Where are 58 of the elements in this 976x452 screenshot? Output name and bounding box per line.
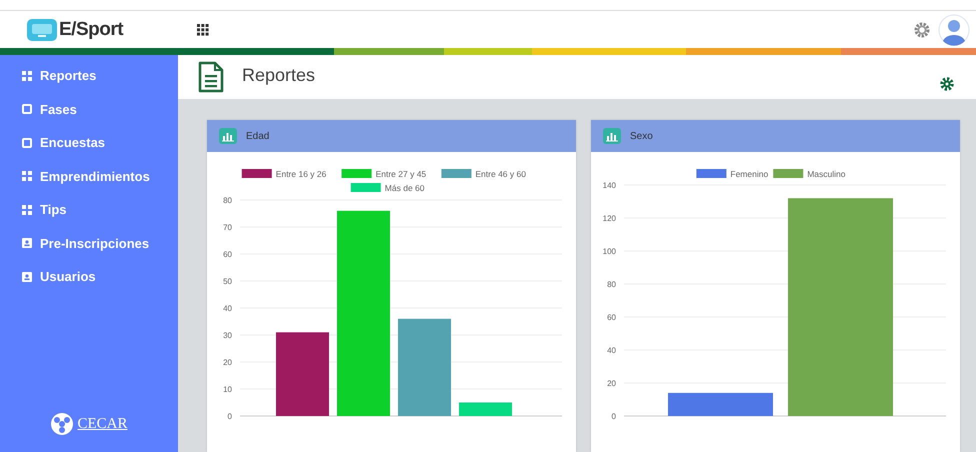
card-title: Edad [246,130,270,142]
y-tick-label: 20 [607,379,616,388]
y-tick-label: 20 [223,358,232,367]
y-tick-label: 0 [612,412,616,421]
legend-label: Masculino [807,169,846,179]
legend-item[interactable]: Entre 16 y 26 [242,169,326,179]
y-tick-label: 10 [223,385,232,394]
legend-label: Más de 60 [384,183,425,193]
legend-label: Entre 46 y 60 [475,169,526,179]
apps-grid-icon[interactable] [197,24,209,36]
sidebar-item[interactable]: Reportes [0,59,178,92]
y-tick-label: 120 [602,214,616,223]
sidebar-item[interactable]: Usuarios [0,260,178,294]
brand-name: E/Sport [59,18,124,40]
bar [459,402,512,416]
sidebar-item[interactable]: Emprendimientos [0,160,178,193]
legend-label: Entre 16 y 26 [276,169,327,179]
y-tick-label: 70 [223,223,232,232]
y-tick-label: 80 [607,280,616,289]
legend-item[interactable]: Más de 60 [350,183,424,193]
bar-chart-icon [603,128,621,144]
university-logo-text: CECAR [77,416,128,432]
university-logo-icon [50,412,74,436]
grid-icon [22,204,32,215]
logo-icon [27,18,57,40]
sidebar-item[interactable]: Fases [0,92,178,126]
legend-item[interactable]: Entre 27 y 45 [342,169,426,179]
user-avatar-icon[interactable] [938,14,970,46]
square-icon [22,104,32,114]
bar-chart-icon [219,128,237,144]
settings-icon[interactable] [940,77,954,91]
grid-icon [22,70,32,81]
sidebar-item[interactable]: Encuestas [0,126,178,160]
y-tick-label: 60 [607,313,616,322]
id-card-icon [22,272,32,282]
square-icon [22,138,32,148]
document-icon [198,61,224,93]
sidebar-item[interactable]: Tips [0,193,178,226]
card-title: Sexo [630,130,653,142]
id-card-icon [22,238,32,248]
y-tick-label: 40 [223,304,232,313]
legend-label: Femenino [730,169,768,179]
y-tick-label: 30 [223,331,232,340]
y-tick-label: 50 [223,277,232,286]
legend-item[interactable]: Femenino [696,169,768,179]
y-tick-label: 80 [223,196,232,205]
grid-icon [22,171,32,182]
y-tick-label: 100 [602,247,616,256]
y-tick-label: 60 [223,250,232,259]
y-tick-label: 140 [602,181,616,190]
sidebar-item[interactable]: Pre-Inscripciones [0,226,178,260]
legend-label: Entre 27 y 45 [376,169,426,179]
settings-icon[interactable] [914,22,930,38]
legend-item[interactable]: Entre 46 y 60 [441,169,526,179]
page-title: Reportes [242,65,316,86]
y-tick-label: 0 [228,412,232,421]
y-tick-label: 40 [607,346,616,355]
legend-item[interactable]: Masculino [773,169,846,179]
